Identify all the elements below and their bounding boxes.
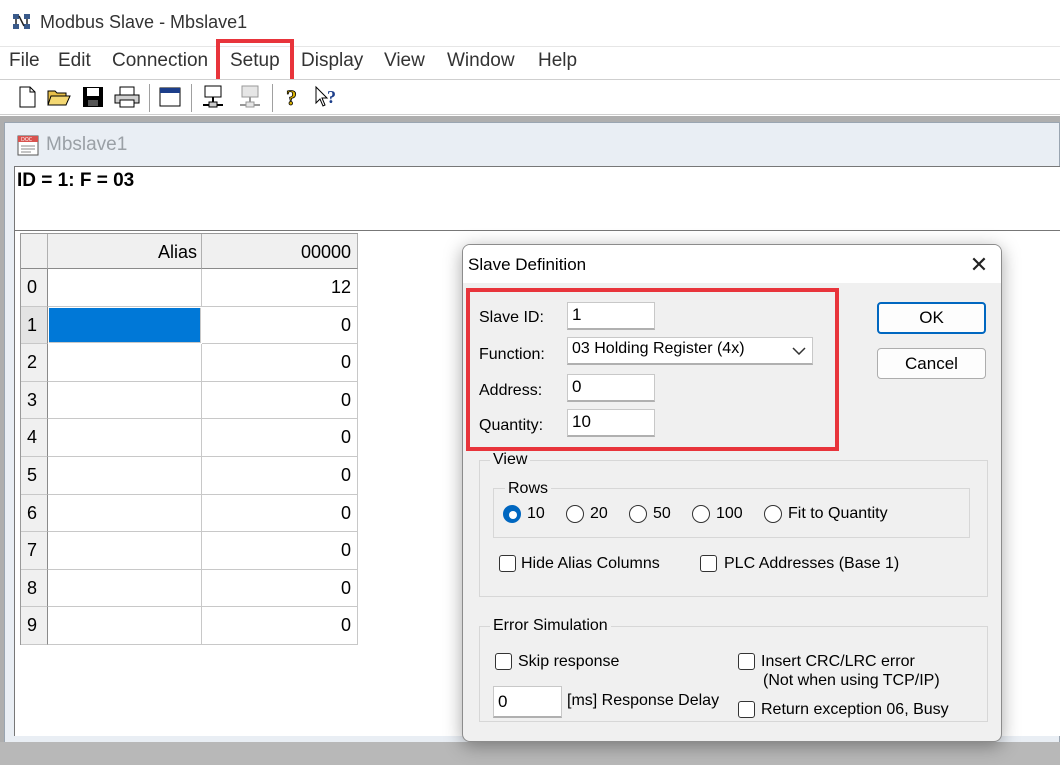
print-icon[interactable] (114, 84, 140, 110)
open-folder-icon[interactable] (46, 84, 72, 110)
menu-view[interactable]: View (384, 50, 425, 72)
row-header[interactable]: 3 (21, 381, 48, 420)
rows-100-radio[interactable] (692, 505, 710, 523)
menu-edit[interactable]: Edit (58, 50, 91, 72)
ok-button[interactable]: OK (877, 302, 986, 334)
child-window-title: Mbslave1 (46, 134, 128, 155)
register-value-cell[interactable]: 0 (202, 381, 358, 420)
new-document-icon[interactable] (14, 84, 40, 110)
return-exception-label: Return exception 06, Busy (761, 701, 949, 718)
svg-text:DOC: DOC (21, 137, 33, 143)
connect-icon[interactable] (200, 84, 226, 110)
register-value-cell[interactable]: 12 (202, 269, 358, 307)
svg-text:?: ? (286, 85, 297, 109)
document-icon: DOC (16, 133, 40, 157)
slave-id-function-header: ID = 1: F = 03 (17, 170, 135, 191)
plc-addresses-label: PLC Addresses (Base 1) (724, 555, 900, 572)
setup-menu-highlight (216, 39, 294, 83)
register-value-cell[interactable]: 0 (202, 419, 358, 457)
skip-response-checkbox[interactable] (495, 653, 512, 670)
rows-100-label: 100 (716, 505, 743, 522)
register-value-cell[interactable]: 0 (202, 532, 358, 570)
register-value-cell[interactable]: 0 (202, 306, 358, 345)
row-header[interactable]: 7 (21, 532, 48, 570)
return-exception-checkbox[interactable] (738, 701, 755, 718)
row-header[interactable]: 5 (21, 457, 48, 495)
view-group-title: View (490, 451, 531, 469)
save-icon[interactable] (80, 84, 106, 110)
rows-fit-label: Fit to Quantity (788, 505, 888, 522)
skip-response-label: Skip response (518, 653, 620, 670)
row-header[interactable]: 1 (21, 306, 48, 345)
svg-text:?: ? (327, 87, 336, 107)
alias-cell[interactable] (48, 607, 202, 645)
hide-alias-label: Hide Alias Columns (521, 555, 660, 572)
settings-highlight-box (466, 288, 839, 451)
column-header-alias[interactable]: Alias (48, 234, 202, 269)
alias-cell[interactable] (49, 307, 201, 344)
slave-definition-dialog: Slave Definition ✕ Slave ID: 1 Function:… (462, 244, 1002, 742)
register-grid: Alias 00000 0 12 1 0 2 0 3 0 4 0 5 0 6 0 7 0 8 0 9 0 (20, 233, 358, 645)
rows-group-title: Rows (505, 480, 552, 498)
register-value-cell[interactable]: 0 (202, 569, 358, 608)
menu-display[interactable]: Display (301, 50, 363, 72)
register-value-cell[interactable]: 0 (202, 457, 358, 495)
error-simulation-title: Error Simulation (490, 617, 611, 635)
menu-help[interactable]: Help (538, 50, 577, 72)
rows-fit-radio[interactable] (764, 505, 782, 523)
register-value-cell[interactable]: 0 (202, 494, 358, 533)
alias-cell[interactable] (48, 494, 202, 533)
register-value-cell[interactable]: 0 (202, 607, 358, 645)
cancel-button[interactable]: Cancel (877, 348, 986, 379)
toolbar-separator (272, 84, 274, 112)
alias-cell[interactable] (48, 344, 202, 382)
row-header[interactable]: 4 (21, 419, 48, 457)
row-header[interactable]: 2 (21, 344, 48, 382)
alias-cell[interactable] (48, 381, 202, 420)
column-header-address[interactable]: 00000 (202, 234, 358, 269)
alias-cell[interactable] (48, 419, 202, 457)
rows-50-radio[interactable] (629, 505, 647, 523)
alias-cell[interactable] (48, 457, 202, 495)
help-icon[interactable]: ? (280, 84, 306, 110)
window-title: Modbus Slave - Mbslave1 (40, 12, 248, 32)
dialog-title: Slave Definition (468, 255, 587, 274)
row-header[interactable]: 0 (21, 269, 48, 307)
row-header[interactable]: 9 (21, 607, 48, 645)
rows-50-label: 50 (653, 505, 671, 522)
hide-alias-checkbox[interactable] (499, 555, 516, 572)
alias-cell[interactable] (48, 569, 202, 608)
register-value-cell[interactable]: 0 (202, 344, 358, 382)
insert-crc-note: (Not when using TCP/IP) (763, 672, 940, 689)
response-delay-field[interactable]: 0 (493, 686, 562, 718)
grid-corner (21, 234, 48, 269)
response-delay-label: [ms] Response Delay (567, 692, 720, 709)
alias-cell[interactable] (48, 532, 202, 570)
menu-connection[interactable]: Connection (112, 50, 208, 72)
status-strip (0, 742, 1060, 765)
row-header[interactable]: 8 (21, 569, 48, 608)
context-help-icon[interactable]: ? (314, 84, 340, 110)
row-header[interactable]: 6 (21, 494, 48, 533)
close-icon[interactable]: ✕ (965, 251, 993, 279)
rows-20-radio[interactable] (566, 505, 584, 523)
menu-file[interactable]: File (9, 50, 40, 72)
rows-20-label: 20 (590, 505, 608, 522)
window-icon[interactable] (157, 84, 183, 110)
toolbar-separator (149, 84, 151, 112)
app-icon (12, 12, 32, 32)
alias-cell[interactable] (48, 269, 202, 307)
rows-10-label: 10 (527, 505, 545, 522)
insert-crc-label: Insert CRC/LRC error (761, 653, 915, 670)
disconnect-icon[interactable] (237, 84, 263, 110)
header-divider (14, 230, 1060, 231)
toolbar-separator (191, 84, 193, 112)
rows-10-radio[interactable] (503, 505, 521, 523)
menu-window[interactable]: Window (447, 50, 515, 72)
insert-crc-checkbox[interactable] (738, 653, 755, 670)
plc-addresses-checkbox[interactable] (700, 555, 717, 572)
